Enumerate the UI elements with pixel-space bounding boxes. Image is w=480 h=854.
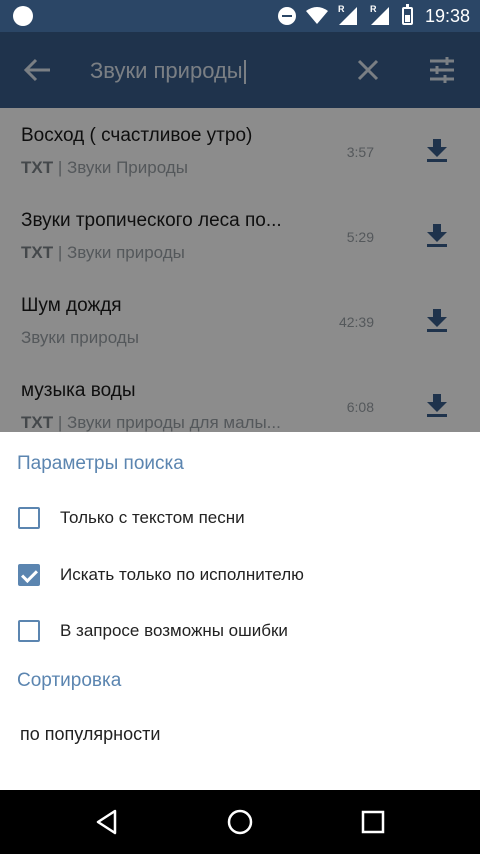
notification-dot-icon (13, 6, 33, 26)
track-subtitle: TXT | Звуки Природы (21, 158, 188, 178)
option-label: В запросе возможны ошибки (60, 621, 288, 640)
home-circle-icon[interactable] (226, 808, 254, 836)
sort-option-popularity[interactable]: по популярности (20, 724, 160, 745)
track-artist: Звуки природы (21, 328, 139, 347)
roaming-badge: R (369, 4, 377, 14)
track-artist: Звуки природы для малы... (66, 413, 281, 432)
track-duration: 42:39 (338, 314, 374, 330)
wifi-icon (305, 7, 328, 24)
separator: | (53, 158, 67, 177)
track-title: Звуки тропического леса по... (21, 210, 282, 231)
track-subtitle: TXT | Звуки природы для малы... (21, 413, 281, 432)
separator: | (53, 413, 67, 432)
lyrics-tag: TXT (21, 243, 54, 262)
download-icon[interactable] (426, 308, 448, 332)
track-duration: 5:29 (346, 229, 374, 245)
status-time: 19:38 (424, 5, 470, 26)
back-triangle-icon[interactable] (93, 808, 121, 836)
roaming-badge: R (337, 4, 345, 14)
search-options-sheet: Параметры поиска Только с текстом песни … (0, 432, 480, 790)
option-label: Только с текстом песни (60, 508, 245, 527)
checkbox-artist-only[interactable] (18, 564, 40, 586)
track-row[interactable]: Шум дождя Звуки природы 42:39 (0, 278, 480, 363)
search-input-value: Звуки природы (90, 58, 243, 83)
search-input[interactable]: Звуки природы (90, 58, 246, 85)
option-label: Искать только по исполнителю (60, 565, 304, 584)
track-title: музыка воды (21, 380, 136, 401)
signal-2-icon: R (369, 4, 392, 26)
lyrics-tag: TXT (21, 158, 54, 177)
track-title: Восход ( счастливое утро) (21, 125, 253, 146)
search-params-heading: Параметры поиска (17, 453, 184, 474)
do-not-disturb-icon (277, 7, 296, 25)
track-duration: 6:08 (346, 399, 374, 415)
option-artist-only[interactable]: Искать только по исполнителю (0, 551, 480, 601)
sort-heading: Сортировка (17, 670, 122, 691)
option-lyrics-only[interactable]: Только с текстом песни (0, 494, 480, 544)
track-artist: Звуки Природы (66, 158, 188, 177)
battery-icon (401, 4, 413, 25)
track-row[interactable]: музыка воды TXT | Звуки природы для малы… (0, 363, 480, 432)
lyrics-tag: TXT (21, 413, 54, 432)
track-artist: Звуки природы (66, 243, 185, 262)
signal-1-icon: R (337, 4, 360, 26)
option-typos-allowed[interactable]: В запросе возможны ошибки (0, 607, 480, 657)
separator: | (53, 243, 67, 262)
tune-icon[interactable] (428, 56, 456, 84)
track-list: Восход ( счастливое утро) TXT | Звуки Пр… (0, 108, 480, 432)
track-title: Шум дождя (21, 295, 122, 316)
search-toolbar: Звуки природы (0, 32, 480, 108)
download-icon[interactable] (426, 138, 448, 162)
checkbox-typos-allowed[interactable] (18, 620, 40, 642)
recents-square-icon[interactable] (359, 808, 387, 836)
download-icon[interactable] (426, 223, 448, 247)
text-cursor (243, 60, 246, 85)
status-icons: R R 19:38 (277, 0, 470, 32)
track-row[interactable]: Восход ( счастливое утро) TXT | Звуки Пр… (0, 108, 480, 193)
track-subtitle: Звуки природы (21, 328, 139, 348)
track-duration: 3:57 (346, 144, 374, 160)
download-icon[interactable] (426, 393, 448, 417)
track-subtitle: TXT | Звуки природы (21, 243, 185, 263)
track-row[interactable]: Звуки тропического леса по... TXT | Звук… (0, 193, 480, 278)
arrow-left-icon[interactable] (22, 56, 52, 84)
checkbox-lyrics-only[interactable] (18, 507, 40, 529)
close-icon[interactable] (356, 58, 380, 82)
system-navigation-bar (0, 790, 480, 854)
status-bar: R R 19:38 (0, 0, 480, 32)
